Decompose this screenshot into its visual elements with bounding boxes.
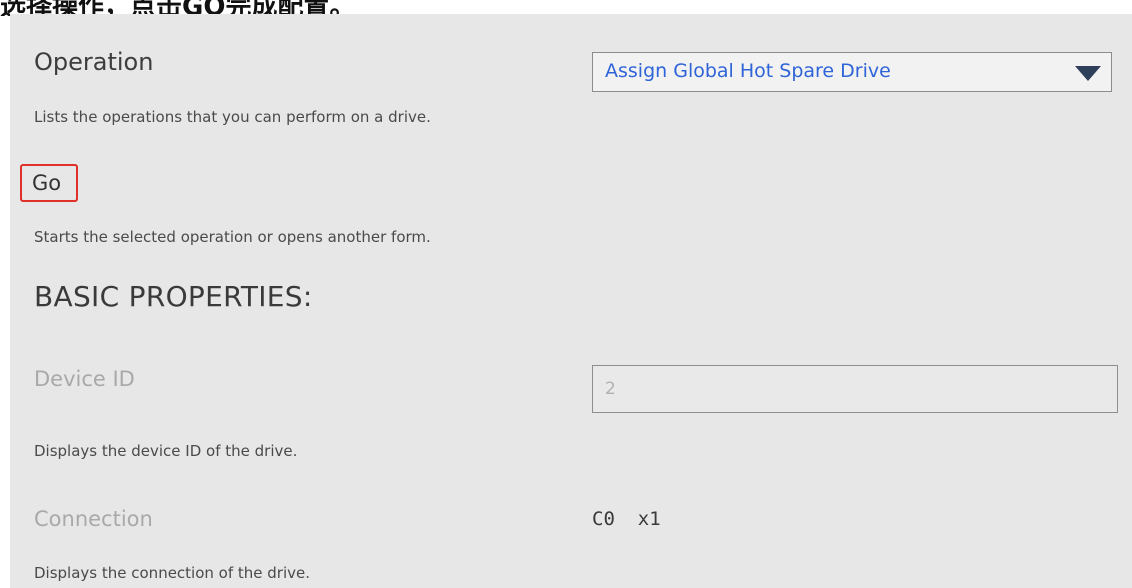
operation-label: Operation [34, 48, 154, 76]
operation-select[interactable]: Assign Global Hot Spare Drive [592, 52, 1112, 92]
device-id-field[interactable]: 2 [592, 365, 1118, 413]
device-id-label: Device ID [34, 367, 135, 391]
go-button[interactable]: Go [20, 164, 78, 202]
go-button-label: Go [32, 171, 62, 195]
go-help-text: Starts the selected operation or opens a… [34, 228, 431, 246]
device-id-value: 2 [605, 379, 616, 399]
connection-value: C0 x1 [592, 508, 661, 530]
device-id-help-text: Displays the device ID of the drive. [34, 442, 298, 460]
basic-properties-heading: BASIC PROPERTIES: [34, 280, 313, 313]
chevron-down-icon[interactable] [1075, 66, 1101, 81]
connection-help-text: Displays the connection of the drive. [34, 564, 311, 582]
connection-label: Connection [34, 507, 153, 531]
operation-select-value: Assign Global Hot Spare Drive [605, 60, 891, 82]
drive-operations-panel: Operation Assign Global Hot Spare Drive … [10, 14, 1132, 588]
operation-help-text: Lists the operations that you can perfor… [34, 108, 431, 126]
